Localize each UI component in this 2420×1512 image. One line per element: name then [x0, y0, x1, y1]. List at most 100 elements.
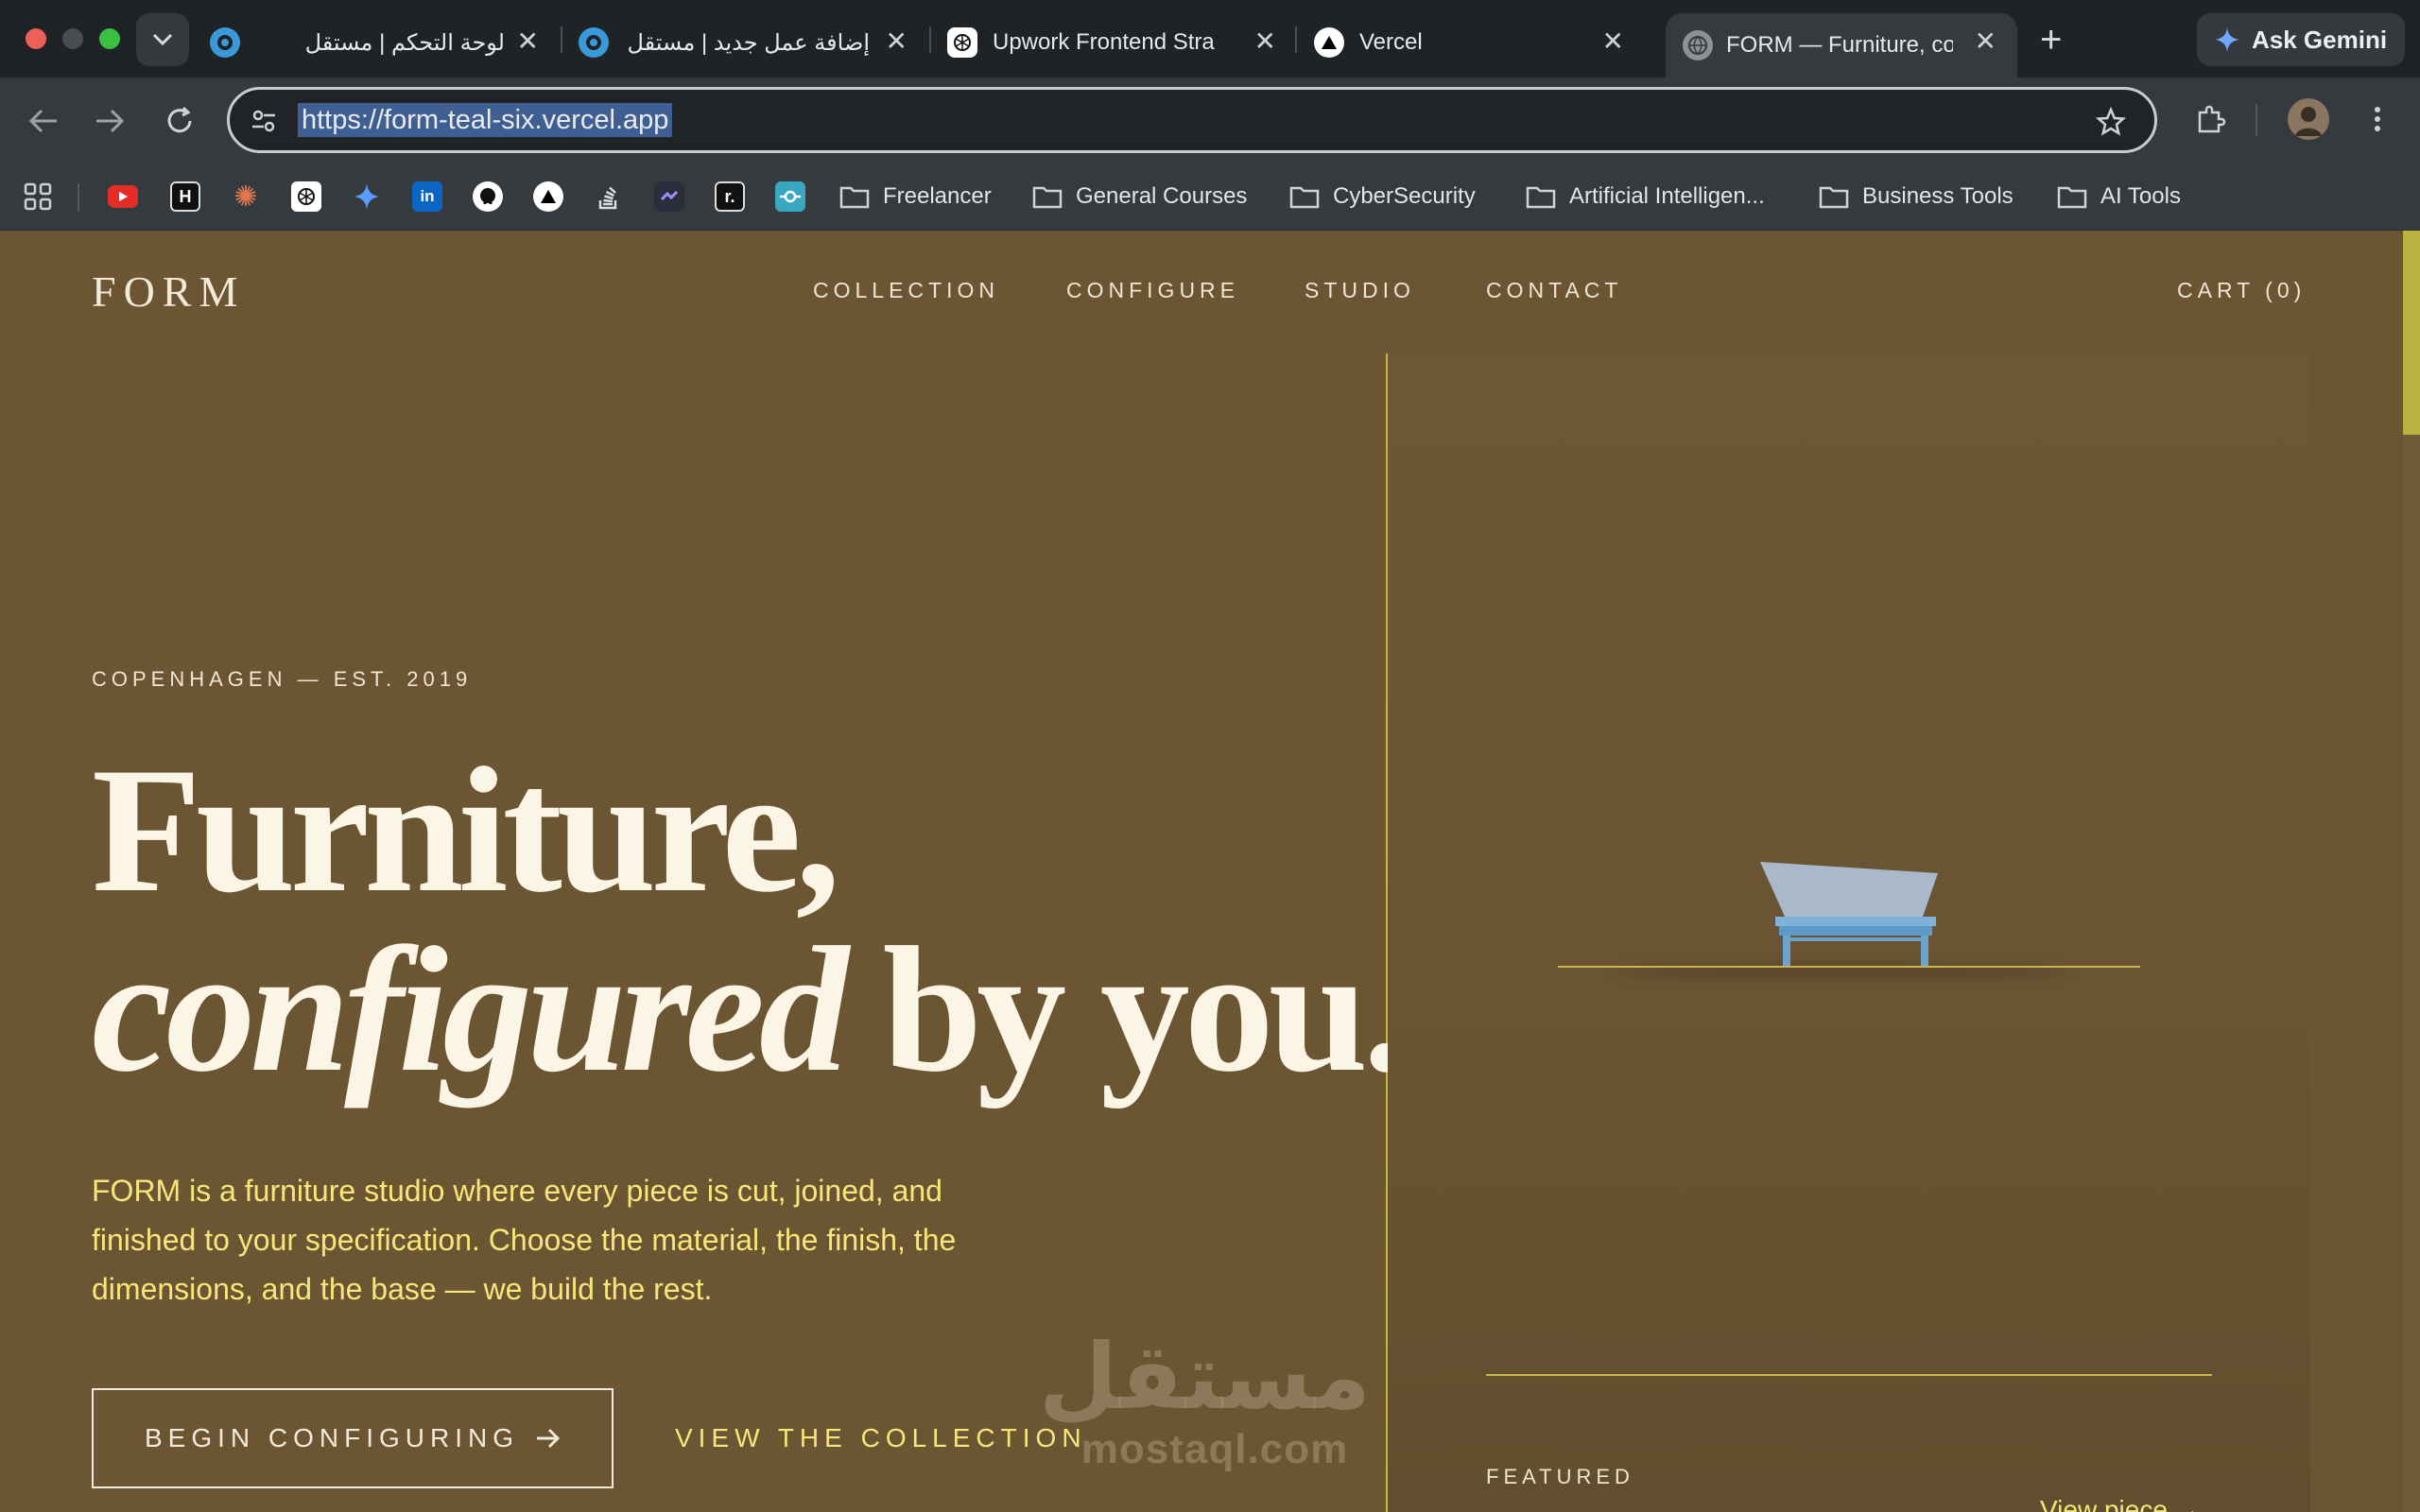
close-icon[interactable]: ✕: [1602, 27, 1624, 56]
tab-vercel[interactable]: Vercel ✕: [1314, 13, 1645, 72]
folder-label: Business Tools: [1862, 183, 2014, 209]
tab-strip: لوحة التحكم | مستقل ✕ إضافة عمل جديد | م…: [0, 0, 2420, 77]
new-tab-button[interactable]: +: [2040, 19, 2062, 60]
openai-icon: [947, 27, 977, 58]
tab-form-furniture[interactable]: FORM — Furniture, co ✕: [1666, 13, 2017, 77]
gemini-icon[interactable]: [352, 181, 382, 212]
folder-label: Freelancer: [883, 183, 992, 209]
view-collection-link[interactable]: VIEW THE COLLECTION: [675, 1423, 1087, 1453]
ask-gemini-button[interactable]: Ask Gemini: [2197, 13, 2405, 66]
tab-mostaql-dashboard[interactable]: لوحة التحكم | مستقل ✕: [210, 13, 560, 72]
apps-grid-icon[interactable]: [23, 181, 53, 212]
bookmark-folder-ai-tools[interactable]: AI Tools: [2057, 180, 2181, 214]
hero-eyebrow: COPENHAGEN — EST. 2019: [92, 667, 473, 691]
globe-icon: [1683, 30, 1713, 60]
scrollbar-thumb[interactable]: [2403, 231, 2420, 435]
extensions-button[interactable]: [2189, 98, 2231, 140]
folder-icon: [1289, 186, 1320, 209]
more-vertical-icon: [2375, 107, 2380, 131]
mostaql-watermark: مستقل mostaql.com: [1038, 1324, 1371, 1473]
headline-line-2: configured by you.: [92, 920, 1408, 1100]
begin-configuring-button[interactable]: BEGIN CONFIGURING: [92, 1388, 614, 1488]
nav-collection[interactable]: COLLECTION: [813, 278, 999, 303]
hero-headline: Furniture, configured by you.: [92, 741, 1408, 1100]
vercel-icon[interactable]: [533, 181, 563, 212]
folder-icon: [1819, 186, 1849, 209]
cart-link[interactable]: CART (0): [2177, 278, 2306, 303]
tab-title: Upwork Frontend Stra: [993, 29, 1215, 55]
tab-separator: [1295, 26, 1297, 53]
tool-icon[interactable]: [775, 181, 805, 212]
tab-title: لوحة التحكم | مستقل: [304, 29, 505, 56]
tab-separator: [929, 26, 931, 53]
app-icon[interactable]: [654, 181, 684, 212]
bookmark-folder-cybersecurity[interactable]: CyberSecurity: [1289, 180, 1476, 214]
headline-rest: by you.: [843, 911, 1408, 1109]
scrollbar-track[interactable]: [2403, 435, 2420, 1512]
bookmarks-separator: [78, 183, 79, 212]
tab-upwork-chatgpt[interactable]: Upwork Frontend Stra ✕: [947, 13, 1297, 72]
mostaql-icon: [210, 27, 240, 58]
cta-label: BEGIN CONFIGURING: [144, 1423, 519, 1452]
profile-avatar[interactable]: [2288, 98, 2329, 140]
browser-toolbar: https://form-teal-six.vercel.app: [0, 77, 2420, 163]
nav-configure[interactable]: CONFIGURE: [1066, 278, 1239, 303]
arrow-left-icon: [28, 109, 57, 133]
reload-button[interactable]: [159, 100, 200, 142]
featured-label: FEATURED: [1486, 1465, 1634, 1488]
toolbar-separator: [2256, 104, 2257, 136]
bookmark-folder-freelancer[interactable]: Freelancer: [839, 180, 992, 214]
tab-separator: [561, 26, 562, 53]
tab-search-button[interactable]: [136, 13, 189, 66]
replit-icon[interactable]: r.: [715, 181, 745, 212]
puzzle-icon: [2198, 105, 2226, 133]
claude-icon[interactable]: ✺: [231, 181, 261, 213]
close-icon[interactable]: ✕: [886, 27, 908, 56]
tab-mostaql-add-work[interactable]: إضافة عمل جديد | مستقل ✕: [579, 13, 928, 72]
tab-title: Vercel: [1359, 29, 1423, 55]
close-icon[interactable]: ✕: [1254, 27, 1276, 56]
linkedin-icon[interactable]: in: [412, 181, 442, 212]
close-icon[interactable]: ✕: [517, 27, 539, 56]
headline-emphasis: configured: [92, 911, 849, 1109]
avatar-icon: [2295, 107, 2322, 136]
hero-product-panel: FEATURED View piece →: [1388, 353, 2310, 1512]
bookmark-star-icon[interactable]: [2096, 107, 2126, 137]
bookmark-folder-business-tools[interactable]: Business Tools: [1819, 180, 2014, 214]
close-window-button[interactable]: [26, 28, 46, 49]
folder-icon: [1526, 186, 1556, 209]
maximize-window-button[interactable]: [99, 28, 120, 49]
folder-label: AI Tools: [2100, 183, 2181, 209]
mostaql-icon: [579, 27, 609, 58]
folder-label: Artificial Intelligen...: [1569, 183, 1765, 209]
folder-icon: [839, 186, 870, 209]
tab-title: إضافة عمل جديد | مستقل: [627, 29, 870, 56]
forward-button[interactable]: [89, 100, 130, 142]
site-settings-icon[interactable]: [251, 109, 277, 133]
view-piece-link[interactable]: View piece →: [2040, 1495, 2202, 1512]
folder-label: CyberSecurity: [1333, 183, 1476, 209]
arrow-right-icon: [537, 1428, 561, 1449]
stackoverflow-icon[interactable]: [594, 181, 624, 212]
nav-contact[interactable]: CONTACT: [1486, 278, 1622, 303]
watermark-arabic: مستقل: [1038, 1324, 1371, 1430]
folder-icon: [2057, 186, 2087, 209]
nav-studio[interactable]: STUDIO: [1305, 278, 1415, 303]
bookmark-folder-ai[interactable]: Artificial Intelligen...: [1526, 180, 1765, 214]
hero-description: FORM is a furniture studio where every p…: [92, 1174, 957, 1306]
chair-illustration[interactable]: [1758, 858, 1947, 968]
bookmark-folder-general-courses[interactable]: General Courses: [1032, 180, 1247, 214]
url-text[interactable]: https://form-teal-six.vercel.app: [298, 103, 673, 137]
minimize-window-button[interactable]: [62, 28, 83, 49]
hashnode-icon[interactable]: H: [170, 181, 200, 212]
featured-divider: [1486, 1374, 2212, 1376]
youtube-icon[interactable]: [108, 185, 138, 208]
address-bar[interactable]: https://form-teal-six.vercel.app: [227, 87, 2157, 153]
openai-icon[interactable]: [291, 181, 321, 212]
back-button[interactable]: [23, 100, 64, 142]
github-icon[interactable]: [473, 181, 503, 212]
browser-menu-button[interactable]: [2361, 98, 2394, 140]
folder-icon: [1032, 186, 1063, 209]
site-logo[interactable]: FORM: [92, 266, 245, 317]
close-icon[interactable]: ✕: [1975, 27, 1996, 56]
